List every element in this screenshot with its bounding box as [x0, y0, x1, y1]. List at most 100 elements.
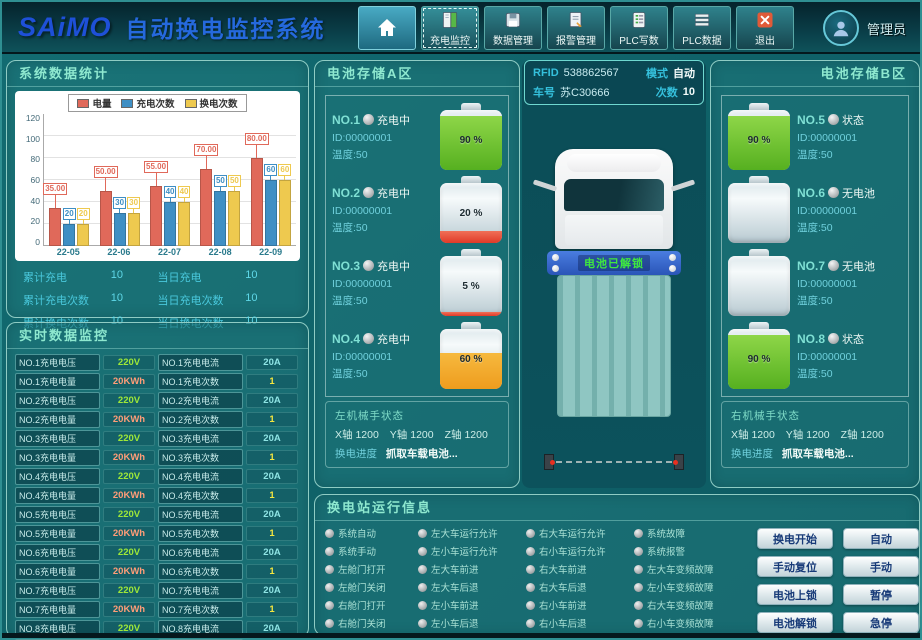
battery-cap [749, 103, 769, 110]
nav-label: 报警管理 [556, 32, 596, 47]
lamp-icon [552, 254, 559, 261]
status-indicator-label: 右小车变频故障 [647, 616, 714, 630]
battery-status: 充电中 [377, 115, 410, 127]
control-button[interactable]: 急停 [843, 612, 919, 633]
battery-icon [728, 176, 790, 243]
battery-body [728, 183, 790, 243]
field-value: 220V [103, 621, 155, 636]
field-label: NO.2充电电压 [15, 392, 100, 409]
field-label: NO.1充电电压 [15, 354, 100, 371]
info-row: 车号 苏C30666 次数 10 [533, 84, 695, 100]
battery-body [728, 256, 790, 316]
truck-windshield [564, 179, 664, 211]
avatar[interactable] [823, 10, 859, 46]
exit-icon [755, 10, 775, 30]
status-indicator-label: 左舱门打开 [338, 562, 386, 576]
nav-home-button[interactable] [358, 6, 416, 50]
field-label: NO.7充电电压 [15, 582, 100, 599]
status-led-icon [418, 619, 427, 628]
battery-slot: NO.6无电池ID:00000001温度:50 [728, 176, 902, 243]
status-indicator: 右舱门打开 [325, 598, 409, 612]
battery-status: 充电中 [377, 261, 410, 273]
axis-readout: Z轴 1200 [841, 427, 884, 442]
status-led-icon [828, 333, 839, 344]
nav-alarm-manage-button[interactable]: 报警管理 [547, 6, 605, 50]
battery-body: 5 % [440, 256, 502, 316]
field-value: 220V [103, 507, 155, 522]
field-label: NO.3充电电量 [15, 449, 100, 466]
bar [200, 169, 212, 246]
count-value: 10 [683, 86, 695, 98]
legend-item: 电量 [77, 96, 111, 110]
bar-group: 55.004040 [145, 114, 195, 246]
truck-roof [567, 154, 661, 172]
axis-readout: Z轴 1200 [445, 427, 488, 442]
battery-list-a: NO.1充电中ID:00000001温度:5090 %NO.2充电中ID:000… [325, 95, 509, 397]
bar [63, 224, 75, 246]
status-indicator-label: 左小车后退 [431, 616, 479, 630]
field-value: 20A [246, 469, 298, 484]
right-arm-status-box: 右机械手状态 X轴 1200 Y轴 1200 Z轴 1200 换电进度 抓取车载… [721, 401, 909, 468]
control-button[interactable]: 换电开始 [757, 528, 833, 549]
status-indicator-label: 右大车运行允许 [539, 526, 606, 540]
area-b-title: 电池存储B区 [711, 61, 919, 87]
x-tick-label: 22-07 [144, 246, 195, 257]
nav-plc-data-button[interactable]: PLC数据 [673, 6, 731, 50]
status-indicator: 左大车变频故障 [634, 562, 746, 576]
control-button[interactable]: 暂停 [843, 584, 919, 605]
control-button[interactable]: 电池解锁 [757, 612, 833, 633]
battery-list-b: 90 %NO.5状态ID:00000001温度:50NO.6无电池ID:0000… [721, 95, 909, 397]
status-led-icon [325, 583, 334, 592]
battery-status: 状态 [842, 115, 864, 127]
battery-header: NO.8状态 [797, 330, 902, 348]
summary-value: 10 [111, 269, 158, 285]
nav-charge-monitor-button[interactable]: 充电监控 [421, 6, 479, 50]
y-tick-label: 40 [19, 197, 40, 205]
status-indicator-label: 左大车变频故障 [647, 562, 714, 576]
status-led-icon [526, 601, 535, 610]
battery-id: ID:00000001 [797, 132, 902, 144]
center-stage: RFID 538862567 模式 自动 车号 苏C30666 次数 10 [522, 60, 706, 488]
summary-label: 当日充电 [158, 269, 246, 285]
battery-icon: 20 % [440, 176, 502, 243]
plot-area: 35.00202050.00303055.00404070.00505080.0… [43, 114, 296, 246]
status-led-icon [828, 187, 839, 198]
status-indicator-label: 右小车前进 [539, 598, 587, 612]
bar-value-label: 40 [178, 186, 191, 198]
leader-line [256, 145, 257, 158]
field-label: NO.8充电电压 [15, 620, 100, 637]
control-button[interactable]: 手动 [843, 556, 919, 577]
nav-exit-button[interactable]: 退出 [736, 6, 794, 50]
y-tick-label: 20 [19, 217, 40, 225]
nav-plc-write-button[interactable]: PLC写数 [610, 6, 668, 50]
truck-cab [555, 149, 673, 249]
status-indicator: 左大车后退 [418, 580, 517, 594]
control-button[interactable]: 自动 [843, 528, 919, 549]
battery-icon [728, 249, 790, 316]
summary-value: 10 [245, 269, 292, 285]
bar-value-label: 50 [214, 175, 227, 187]
y-tick-label: 0 [19, 238, 40, 246]
field-value: 220V [103, 355, 155, 370]
status-indicator-label: 左小车前进 [431, 598, 479, 612]
nav-label: 数据管理 [493, 32, 533, 47]
realtime-row: NO.7充电电压220VNO.7充电电流20A [15, 582, 300, 599]
battery-info: NO.2充电中ID:00000001温度:50 [332, 184, 433, 235]
status-led-icon [634, 601, 643, 610]
user-name: 管理员 [867, 19, 906, 38]
nav-data-manage-button[interactable]: 数据管理 [484, 6, 542, 50]
battery-id: ID:00000001 [797, 351, 902, 363]
battery-cap [749, 322, 769, 329]
realtime-row: NO.2充电电量20KWhNO.2充电次数1 [15, 411, 300, 428]
battery-temp: 温度:50 [797, 147, 902, 162]
battery-cap [749, 176, 769, 183]
status-indicator-label: 左小车运行允许 [431, 544, 498, 558]
control-button[interactable]: 电池上锁 [757, 584, 833, 605]
field-value: 20KWh [103, 526, 155, 541]
status-indicator-label: 右舱门关闭 [338, 616, 386, 630]
truck-top-view: 电池已解锁 [547, 149, 681, 417]
control-button[interactable]: 手动复位 [757, 556, 833, 577]
realtime-row: NO.3充电电量20KWhNO.3充电次数1 [15, 449, 300, 466]
status-led-icon [418, 583, 427, 592]
status-led-icon [418, 547, 427, 556]
